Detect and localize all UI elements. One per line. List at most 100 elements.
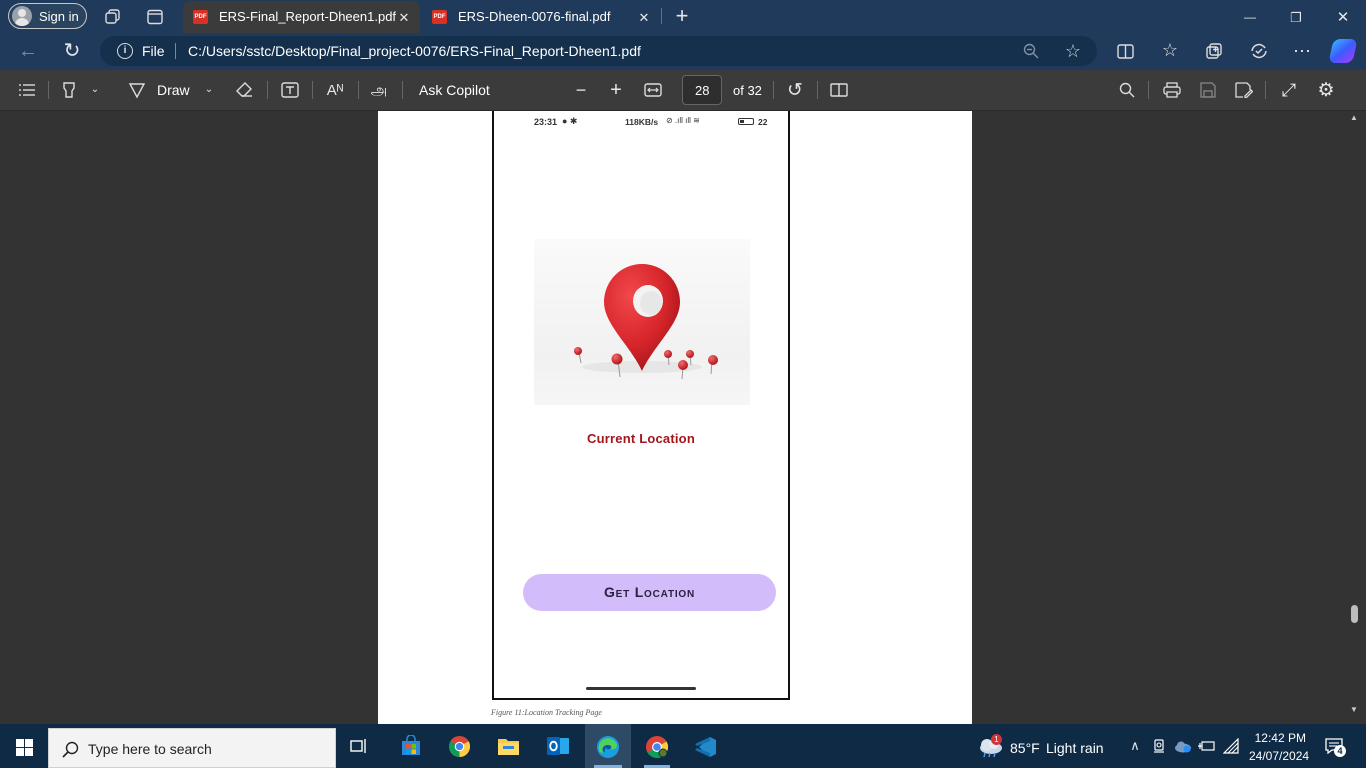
location-pin-illustration (534, 239, 750, 405)
page-view-icon[interactable] (829, 80, 849, 100)
highlight-icon[interactable] (59, 80, 79, 100)
page-number-input[interactable]: 28 (682, 75, 722, 105)
new-tab-button[interactable]: + (671, 5, 693, 27)
weather-icon[interactable]: 1 (977, 734, 1005, 758)
collections-icon[interactable] (1204, 41, 1224, 61)
copilot-icon[interactable] (1328, 39, 1358, 63)
file-explorer-icon[interactable] (497, 736, 520, 756)
search-icon (61, 740, 79, 758)
refresh-icon[interactable]: ↻ (61, 40, 83, 62)
tab-ers-final-report[interactable]: PDF ERS-Final_Report-Dheen1.pdf ✕ (183, 1, 420, 33)
draw-pen-icon[interactable] (127, 80, 147, 100)
edge-icon[interactable] (596, 735, 620, 759)
restore-button[interactable]: ❐ (1286, 7, 1306, 27)
close-tab-icon[interactable]: ✕ (637, 10, 651, 24)
eraser-icon[interactable] (234, 80, 254, 100)
chevron-down-icon[interactable]: ⌄ (203, 83, 215, 97)
sign-in-button[interactable]: Sign in (8, 3, 87, 29)
tab-title: ERS-Final_Report-Dheen1.pdf (219, 9, 397, 24)
info-icon[interactable]: i (117, 43, 133, 59)
settings-gear-icon[interactable]: ⚙ (1315, 79, 1337, 101)
rotate-icon[interactable]: ↺ (784, 79, 806, 101)
add-text-icon[interactable] (280, 80, 300, 100)
taskbar: Type here to search 1 85°F Light rain ∧ (0, 724, 1366, 768)
sign-in-label: Sign in (39, 9, 79, 24)
status-signal-icons: ⊘ .ıll ıll ≋ (666, 116, 700, 125)
taskbar-search-box[interactable]: Type here to search (48, 728, 336, 768)
vscode-icon[interactable] (693, 735, 717, 759)
chrome-icon[interactable] (448, 735, 471, 758)
pdf-toolbar: ⌄ Draw ⌄ Aᴺ அ Ask Copilot − + 28 of 32 ↺… (0, 70, 1366, 111)
page-number-value: 28 (695, 83, 710, 98)
tab-ers-dheen-final[interactable]: PDF ERS-Dheen-0076-final.pdf ✕ (421, 1, 661, 33)
draw-label[interactable]: Draw (157, 82, 190, 98)
profile-avatar-icon (12, 6, 32, 26)
scroll-down-arrow[interactable]: ▼ (1349, 705, 1359, 715)
minimize-button[interactable]: — (1240, 7, 1260, 27)
save-icon[interactable] (1198, 80, 1218, 100)
favorite-star-icon[interactable]: ☆ (1063, 41, 1083, 61)
page-total-label: of 32 (733, 83, 762, 98)
zoom-out-button[interactable]: − (571, 80, 591, 100)
translate-icon[interactable]: அ (368, 80, 390, 100)
notification-center-icon[interactable]: 4 (1324, 736, 1346, 757)
zoom-out-icon[interactable] (1022, 42, 1040, 60)
address-scheme: File (142, 43, 165, 59)
ask-copilot-button[interactable]: Ask Copilot (419, 82, 490, 98)
table-of-contents-icon[interactable] (17, 80, 37, 100)
close-window-button[interactable]: ✕ (1333, 7, 1353, 27)
pdf-page: 23:31 ● ✱ 118KB/s ⊘ .ıll ıll ≋ 22 Curren… (378, 111, 972, 724)
show-hidden-icons-chevron[interactable]: ∧ (1127, 737, 1143, 753)
address-toolbar: ← ↻ i File C:/Users/sstc/Desktop/Final_p… (0, 33, 1366, 70)
back-icon[interactable]: ← (17, 40, 39, 62)
clock-time[interactable]: 12:42 PM (1254, 731, 1306, 745)
fit-width-icon[interactable] (643, 80, 663, 100)
clock-date[interactable]: 24/07/2024 (1249, 749, 1309, 763)
more-options-icon[interactable]: ⋯ (1291, 40, 1313, 62)
notification-count-badge: 4 (1334, 745, 1346, 757)
pdf-file-icon: PDF (193, 10, 208, 24)
browser-essentials-icon[interactable] (1248, 40, 1270, 62)
meet-now-icon[interactable] (1151, 738, 1167, 754)
favorites-icon[interactable]: ☆ (1160, 40, 1180, 60)
scrollbar-thumb[interactable] (1351, 605, 1358, 623)
close-tab-icon[interactable]: ✕ (397, 10, 411, 24)
status-icons-left: ● ✱ (562, 116, 578, 126)
current-location-heading: Current Location (587, 431, 695, 446)
address-box[interactable]: i File C:/Users/sstc/Desktop/Final_proje… (100, 36, 1097, 66)
phone-screenshot: 23:31 ● ✱ 118KB/s ⊘ .ıll ıll ≋ 22 Curren… (492, 111, 790, 700)
windows-start-icon[interactable] (16, 739, 33, 756)
weather-temperature[interactable]: 85°F (1010, 740, 1040, 756)
scroll-up-arrow[interactable]: ▲ (1349, 113, 1359, 123)
power-battery-icon[interactable] (1198, 738, 1216, 754)
wifi-icon[interactable] (1222, 737, 1240, 755)
print-icon[interactable] (1162, 80, 1182, 100)
read-aloud-icon[interactable]: Aᴺ (324, 80, 346, 100)
figure-caption: Figure 11:Location Tracking Page (491, 708, 602, 717)
chrome-profile-icon[interactable] (645, 735, 669, 759)
zoom-in-button[interactable]: + (606, 80, 626, 100)
pdf-file-icon: PDF (432, 10, 447, 24)
outlook-icon[interactable] (546, 735, 570, 757)
chevron-down-icon[interactable]: ⌄ (89, 83, 101, 97)
battery-level: 22 (758, 117, 768, 127)
task-view-icon[interactable] (349, 736, 369, 756)
microsoft-store-icon[interactable] (400, 735, 422, 757)
gesture-bar (586, 687, 696, 690)
scrollbar-track[interactable]: ▲ ▼ (1348, 111, 1360, 724)
save-as-icon[interactable] (1234, 80, 1254, 100)
address-url[interactable]: C:/Users/sstc/Desktop/Final_project-0076… (188, 43, 641, 59)
workspaces-icon[interactable] (102, 6, 124, 28)
onedrive-cloud-icon[interactable] (1174, 740, 1192, 753)
split-screen-icon[interactable] (1115, 41, 1135, 61)
title-bar: Sign in PDF ERS-Final_Report-Dheen1.pdf … (0, 0, 1366, 33)
weather-alert-badge: 1 (991, 734, 1002, 745)
tab-actions-icon[interactable] (144, 6, 166, 28)
fullscreen-icon[interactable]: ⤢ (1279, 79, 1299, 101)
get-location-button[interactable]: Get Location (523, 574, 776, 611)
search-icon[interactable] (1117, 80, 1137, 100)
pdf-viewer[interactable]: 23:31 ● ✱ 118KB/s ⊘ .ıll ıll ≋ 22 Curren… (0, 111, 1366, 724)
status-time: 23:31 (534, 117, 558, 127)
weather-description[interactable]: Light rain (1046, 740, 1104, 756)
tab-title: ERS-Dheen-0076-final.pdf (458, 9, 611, 24)
